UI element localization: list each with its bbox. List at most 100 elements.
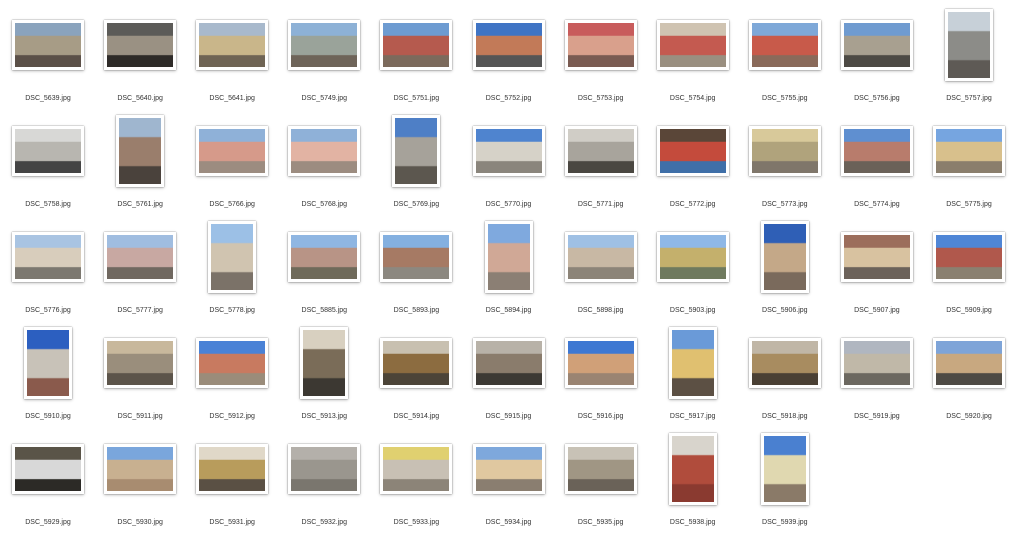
- photo-thumbnail[interactable]: [748, 20, 821, 70]
- file-item[interactable]: DSC_5772.jpg: [653, 111, 733, 217]
- thumbnail-frame[interactable]: [561, 217, 641, 297]
- file-name[interactable]: DSC_5917.jpg: [643, 413, 743, 420]
- file-item[interactable]: DSC_5915.jpg: [469, 323, 549, 429]
- thumbnail-frame[interactable]: [376, 429, 456, 509]
- photo-thumbnail[interactable]: [288, 444, 361, 494]
- file-item[interactable]: DSC_5757.jpg: [929, 5, 1009, 111]
- thumbnail-frame[interactable]: [192, 111, 272, 191]
- file-item[interactable]: DSC_5933.jpg: [376, 429, 456, 535]
- file-item[interactable]: DSC_5918.jpg: [745, 323, 825, 429]
- file-item[interactable]: DSC_5753.jpg: [561, 5, 641, 111]
- file-item[interactable]: DSC_5769.jpg: [376, 111, 456, 217]
- thumbnail-frame[interactable]: [929, 5, 1009, 85]
- thumbnail-frame[interactable]: [469, 5, 549, 85]
- file-item[interactable]: DSC_5907.jpg: [837, 217, 917, 323]
- photo-thumbnail[interactable]: [760, 221, 809, 293]
- file-item[interactable]: DSC_5931.jpg: [192, 429, 272, 535]
- file-item[interactable]: DSC_5917.jpg: [653, 323, 733, 429]
- file-item[interactable]: DSC_5903.jpg: [653, 217, 733, 323]
- photo-thumbnail[interactable]: [104, 232, 177, 282]
- thumbnail-frame[interactable]: [100, 429, 180, 509]
- file-name[interactable]: DSC_5775.jpg: [919, 201, 1019, 208]
- file-item[interactable]: DSC_5755.jpg: [745, 5, 825, 111]
- photo-thumbnail[interactable]: [472, 338, 545, 388]
- thumbnail-frame[interactable]: [100, 111, 180, 191]
- photo-thumbnail[interactable]: [12, 126, 84, 176]
- file-name[interactable]: DSC_5907.jpg: [827, 307, 927, 314]
- photo-thumbnail[interactable]: [288, 20, 361, 70]
- thumbnail-frame[interactable]: [653, 5, 733, 85]
- file-item[interactable]: DSC_5898.jpg: [561, 217, 641, 323]
- photo-thumbnail[interactable]: [933, 338, 1005, 388]
- file-name[interactable]: DSC_5761.jpg: [90, 201, 190, 208]
- photo-thumbnail[interactable]: [564, 444, 637, 494]
- file-item[interactable]: DSC_5777.jpg: [100, 217, 180, 323]
- file-item[interactable]: DSC_5773.jpg: [745, 111, 825, 217]
- photo-thumbnail[interactable]: [116, 115, 165, 187]
- file-name[interactable]: DSC_5778.jpg: [182, 307, 282, 314]
- thumbnail-frame[interactable]: [837, 5, 917, 85]
- photo-thumbnail[interactable]: [12, 444, 84, 494]
- thumbnail-frame[interactable]: [929, 217, 1009, 297]
- thumbnail-frame[interactable]: [561, 5, 641, 85]
- file-name[interactable]: DSC_5752.jpg: [459, 95, 559, 102]
- file-name[interactable]: DSC_5898.jpg: [551, 307, 651, 314]
- file-name[interactable]: DSC_5906.jpg: [735, 307, 835, 314]
- file-item[interactable]: DSC_5768.jpg: [284, 111, 364, 217]
- thumbnail-frame[interactable]: [837, 323, 917, 403]
- file-item[interactable]: DSC_5909.jpg: [929, 217, 1009, 323]
- file-name[interactable]: DSC_5773.jpg: [735, 201, 835, 208]
- file-item[interactable]: DSC_5914.jpg: [376, 323, 456, 429]
- file-name[interactable]: DSC_5894.jpg: [459, 307, 559, 314]
- file-name[interactable]: DSC_5912.jpg: [182, 413, 282, 420]
- file-item[interactable]: DSC_5932.jpg: [284, 429, 364, 535]
- photo-thumbnail[interactable]: [104, 444, 177, 494]
- photo-thumbnail[interactable]: [656, 20, 729, 70]
- photo-thumbnail[interactable]: [840, 126, 913, 176]
- thumbnail-frame[interactable]: [100, 5, 180, 85]
- file-name[interactable]: DSC_5915.jpg: [459, 413, 559, 420]
- photo-thumbnail[interactable]: [288, 232, 361, 282]
- file-name[interactable]: DSC_5772.jpg: [643, 201, 743, 208]
- file-item[interactable]: DSC_5752.jpg: [469, 5, 549, 111]
- thumbnail-frame[interactable]: [284, 111, 364, 191]
- photo-thumbnail[interactable]: [668, 327, 717, 399]
- file-name[interactable]: DSC_5929.jpg: [0, 519, 98, 526]
- thumbnail-frame[interactable]: [745, 429, 825, 509]
- file-name[interactable]: DSC_5918.jpg: [735, 413, 835, 420]
- file-name[interactable]: DSC_5938.jpg: [643, 519, 743, 526]
- file-item[interactable]: DSC_5911.jpg: [100, 323, 180, 429]
- photo-thumbnail[interactable]: [564, 232, 637, 282]
- file-item[interactable]: DSC_5749.jpg: [284, 5, 364, 111]
- file-item[interactable]: DSC_5916.jpg: [561, 323, 641, 429]
- file-item[interactable]: DSC_5640.jpg: [100, 5, 180, 111]
- file-name[interactable]: DSC_5935.jpg: [551, 519, 651, 526]
- file-item[interactable]: DSC_5758.jpg: [8, 111, 88, 217]
- file-name[interactable]: DSC_5768.jpg: [274, 201, 374, 208]
- file-item[interactable]: DSC_5894.jpg: [469, 217, 549, 323]
- file-item[interactable]: DSC_5778.jpg: [192, 217, 272, 323]
- thumbnail-frame[interactable]: [376, 111, 456, 191]
- photo-thumbnail[interactable]: [668, 433, 717, 505]
- file-name[interactable]: DSC_5913.jpg: [274, 413, 374, 420]
- photo-thumbnail[interactable]: [748, 338, 821, 388]
- thumbnail-frame[interactable]: [8, 429, 88, 509]
- photo-thumbnail[interactable]: [196, 126, 269, 176]
- file-name[interactable]: DSC_5930.jpg: [90, 519, 190, 526]
- file-item[interactable]: DSC_5751.jpg: [376, 5, 456, 111]
- photo-thumbnail[interactable]: [12, 232, 84, 282]
- thumbnail-frame[interactable]: [469, 111, 549, 191]
- thumbnail-frame[interactable]: [929, 323, 1009, 403]
- thumbnail-frame[interactable]: [653, 323, 733, 403]
- thumbnail-frame[interactable]: [192, 5, 272, 85]
- photo-thumbnail[interactable]: [760, 433, 809, 505]
- photo-thumbnail[interactable]: [380, 338, 453, 388]
- photo-thumbnail[interactable]: [300, 327, 349, 399]
- file-name[interactable]: DSC_5769.jpg: [366, 201, 466, 208]
- file-item[interactable]: DSC_5771.jpg: [561, 111, 641, 217]
- file-item[interactable]: DSC_5761.jpg: [100, 111, 180, 217]
- file-item[interactable]: DSC_5920.jpg: [929, 323, 1009, 429]
- file-name[interactable]: DSC_5771.jpg: [551, 201, 651, 208]
- file-name[interactable]: DSC_5757.jpg: [919, 95, 1019, 102]
- thumbnail-frame[interactable]: [653, 429, 733, 509]
